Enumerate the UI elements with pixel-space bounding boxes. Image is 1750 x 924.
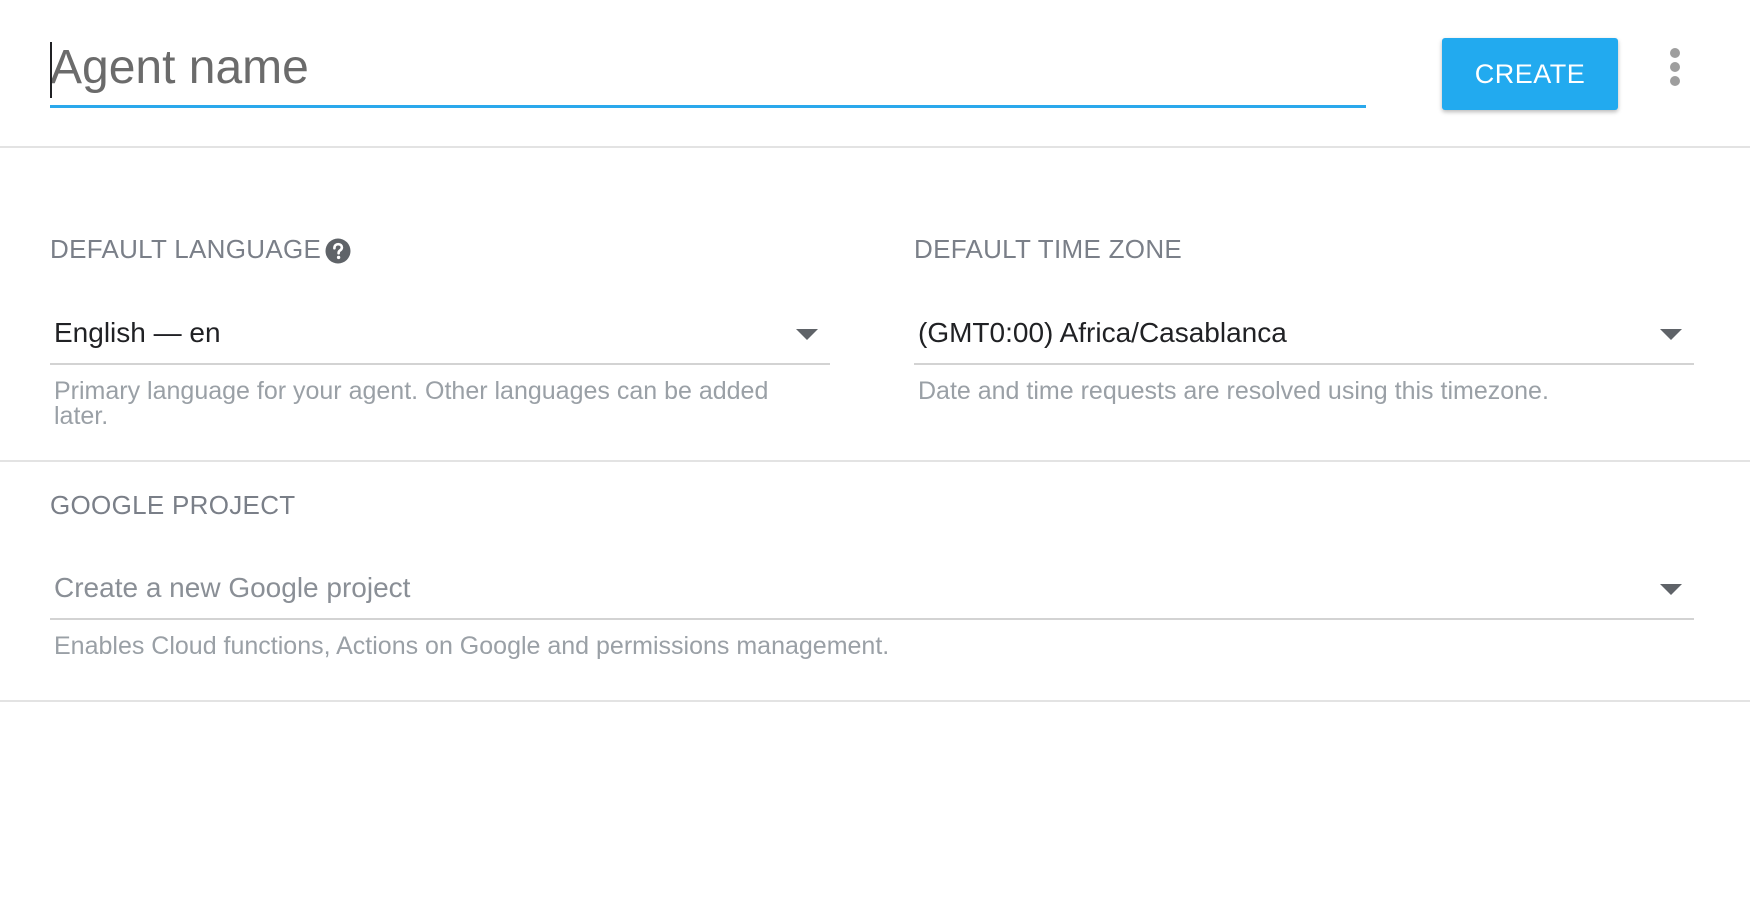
google-project-label: GOOGLE PROJECT [50,490,296,520]
chevron-down-icon [1660,584,1682,595]
agent-name-input[interactable] [50,34,1366,100]
agent-name-field[interactable] [50,34,1366,108]
default-timezone-value: (GMT0:00) Africa/Casablanca [918,317,1287,348]
default-timezone-label: DEFAULT TIME ZONE [914,234,1183,264]
agent-header: CREATE [0,0,1750,148]
section-divider [0,460,1750,462]
help-circle-icon[interactable] [325,238,351,264]
chevron-down-icon [1660,329,1682,340]
google-project-placeholder: Create a new Google project [54,572,411,603]
text-caret [50,42,52,98]
default-language-label: DEFAULT LANGUAGE [50,234,322,264]
default-language-hint: Primary language for your agent. Other l… [54,377,769,430]
chevron-down-icon [796,329,818,340]
google-project-select[interactable]: Create a new Google project [50,570,1694,620]
google-project-hint: Enables Cloud functions, Actions on Goog… [54,632,890,660]
section-divider [0,700,1750,702]
default-timezone-select[interactable]: (GMT0:00) Africa/Casablanca [914,315,1694,365]
more-vertical-icon [1670,48,1680,86]
default-language-value: English — en [54,317,221,348]
create-button[interactable]: CREATE [1442,38,1618,110]
default-timezone-hint: Date and time requests are resolved usin… [918,377,1549,405]
create-agent-page: CREATE DEFAULT LANGUAGE English — en Pri… [0,0,1750,924]
default-language-select[interactable]: English — en [50,315,830,365]
more-options-button[interactable] [1660,46,1690,92]
